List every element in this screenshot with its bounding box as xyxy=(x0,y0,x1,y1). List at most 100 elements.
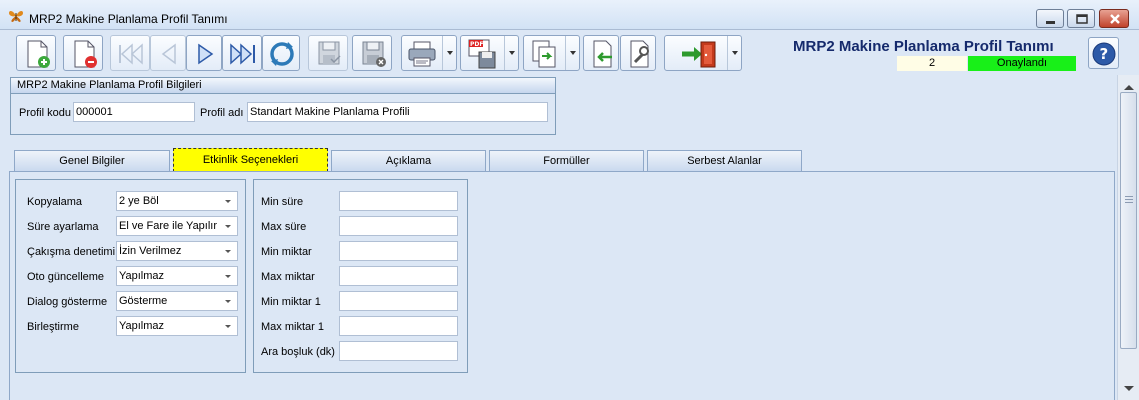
scroll-down-icon[interactable] xyxy=(1124,386,1134,396)
pdf-export-button[interactable]: PDF xyxy=(460,35,519,71)
max-duration-label: Max süre xyxy=(261,221,307,233)
tab-general[interactable]: Genel Bilgiler xyxy=(14,150,170,172)
window-title: MRP2 Makine Planlama Profil Tanımı xyxy=(29,12,228,26)
profile-code-input[interactable] xyxy=(73,102,195,122)
tools-button[interactable] xyxy=(620,35,656,71)
print-button[interactable] xyxy=(401,35,457,71)
conflict-check-value: İzin Verilmez xyxy=(119,245,182,257)
min-quantity-label: Min miktar xyxy=(261,246,312,258)
refresh-button[interactable] xyxy=(262,35,300,71)
tab-free-fields[interactable]: Serbest Alanlar xyxy=(647,150,802,172)
exit-door-icon xyxy=(682,41,716,68)
first-record-button[interactable] xyxy=(110,35,150,71)
maximize-button[interactable] xyxy=(1067,9,1095,28)
grip-line xyxy=(1125,199,1133,200)
dialog-show-select[interactable]: Gösterme xyxy=(116,291,238,311)
chevron-down-icon xyxy=(225,300,231,306)
group-header: MRP2 Makine Planlama Profil Bilgileri xyxy=(11,78,555,94)
last-record-button[interactable] xyxy=(222,35,262,71)
copy-dropdown-arrow[interactable] xyxy=(565,36,579,70)
exit-button[interactable] xyxy=(664,35,742,71)
min-duration-input[interactable] xyxy=(339,191,458,211)
svg-text:?: ? xyxy=(1100,45,1109,63)
exit-dropdown-arrow[interactable] xyxy=(727,36,741,70)
chevron-down-icon xyxy=(225,250,231,256)
min-quantity-1-input[interactable] xyxy=(339,291,458,311)
last-icon xyxy=(230,43,255,65)
min-quantity-input[interactable] xyxy=(339,241,458,261)
min-quantity-1-label: Min miktar 1 xyxy=(261,296,321,308)
print-dropdown-arrow[interactable] xyxy=(442,36,456,70)
options-panel: Kopyalama 2 ye Böl Süre ayarlama El ve F… xyxy=(15,179,246,373)
limits-panel: Min süre Max süre Min miktar Max miktar … xyxy=(253,179,468,373)
gap-minutes-label: Ara boşluk (dk) xyxy=(261,346,335,358)
copy-mode-value: 2 ye Böl xyxy=(119,195,159,207)
wrench-icon xyxy=(630,40,649,68)
first-icon xyxy=(119,43,143,65)
import-button[interactable] xyxy=(583,35,619,71)
status-badge: Onaylandı xyxy=(968,56,1076,71)
next-record-button[interactable] xyxy=(186,35,222,71)
merge-select[interactable]: Yapılmaz xyxy=(116,316,238,336)
help-button[interactable]: ? xyxy=(1088,37,1119,69)
profile-name-input[interactable] xyxy=(247,102,548,122)
scrollbar-thumb[interactable] xyxy=(1120,92,1137,349)
max-quantity-label: Max miktar xyxy=(261,271,315,283)
max-quantity-1-input[interactable] xyxy=(339,316,458,336)
chevron-down-icon xyxy=(225,275,231,281)
vertical-scrollbar[interactable] xyxy=(1117,75,1139,400)
copy-mode-select[interactable]: 2 ye Böl xyxy=(116,191,238,211)
import-icon xyxy=(593,40,612,68)
copy-icon xyxy=(532,40,556,68)
form-title: MRP2 Makine Planlama Profil Tanımı xyxy=(793,38,1054,55)
grip-line xyxy=(1125,202,1133,203)
max-quantity-input[interactable] xyxy=(339,266,458,286)
dialog-show-value: Gösterme xyxy=(119,295,168,307)
delete-record-button[interactable] xyxy=(63,35,103,71)
gap-minutes-input[interactable] xyxy=(339,341,458,361)
duration-adjust-value: El ve Fare ile Yapılır xyxy=(119,220,218,232)
svg-text:PDF: PDF xyxy=(470,41,483,48)
duration-adjust-select[interactable]: El ve Fare ile Yapılır xyxy=(116,216,238,236)
copy-mode-label: Kopyalama xyxy=(27,196,83,208)
refresh-icon xyxy=(270,42,294,66)
minimize-button[interactable] xyxy=(1036,9,1064,28)
tab-formulas[interactable]: Formüller xyxy=(489,150,644,172)
new-record-button[interactable] xyxy=(16,35,56,71)
auto-update-select[interactable]: Yapılmaz xyxy=(116,266,238,286)
new-document-icon xyxy=(27,40,50,68)
cancel-save-button[interactable] xyxy=(352,35,392,71)
copy-button[interactable] xyxy=(523,35,580,71)
save-button[interactable] xyxy=(308,35,348,71)
maximize-icon xyxy=(1076,14,1088,24)
tab-activity-options[interactable]: Etkinlik Seçenekleri xyxy=(173,148,328,172)
content-area: MRP2 Makine Planlama Profil Bilgileri Pr… xyxy=(0,75,1117,400)
profile-info-group: MRP2 Makine Planlama Profil Bilgileri Pr… xyxy=(10,77,556,135)
profile-code-label: Profil kodu xyxy=(19,107,71,119)
butterfly-icon xyxy=(9,11,23,22)
dialog-show-label: Dialog gösterme xyxy=(27,296,108,308)
next-icon xyxy=(198,43,214,65)
scroll-up-icon[interactable] xyxy=(1124,80,1134,90)
merge-value: Yapılmaz xyxy=(119,320,165,332)
previous-record-button[interactable] xyxy=(150,35,186,71)
tab-description[interactable]: Açıklama xyxy=(331,150,486,172)
record-number: 2 xyxy=(897,56,967,71)
profile-name-label: Profil adı xyxy=(200,107,244,119)
min-duration-label: Min süre xyxy=(261,196,304,208)
save-icon xyxy=(318,41,341,65)
max-duration-input[interactable] xyxy=(339,216,458,236)
pdf-dropdown-arrow[interactable] xyxy=(504,36,518,70)
conflict-check-select[interactable]: İzin Verilmez xyxy=(116,241,238,261)
previous-icon xyxy=(161,43,176,65)
close-button[interactable] xyxy=(1099,9,1129,28)
conflict-check-label: Çakışma denetimi xyxy=(27,246,116,258)
minimize-icon xyxy=(1046,21,1055,24)
grip-line xyxy=(1125,196,1133,197)
delete-document-icon xyxy=(74,40,97,68)
cancel-save-icon xyxy=(362,41,386,67)
auto-update-value: Yapılmaz xyxy=(119,270,165,282)
pdf-save-icon: PDF xyxy=(468,39,496,69)
chevron-down-icon xyxy=(225,325,231,331)
auto-update-label: Oto güncelleme xyxy=(27,271,105,283)
